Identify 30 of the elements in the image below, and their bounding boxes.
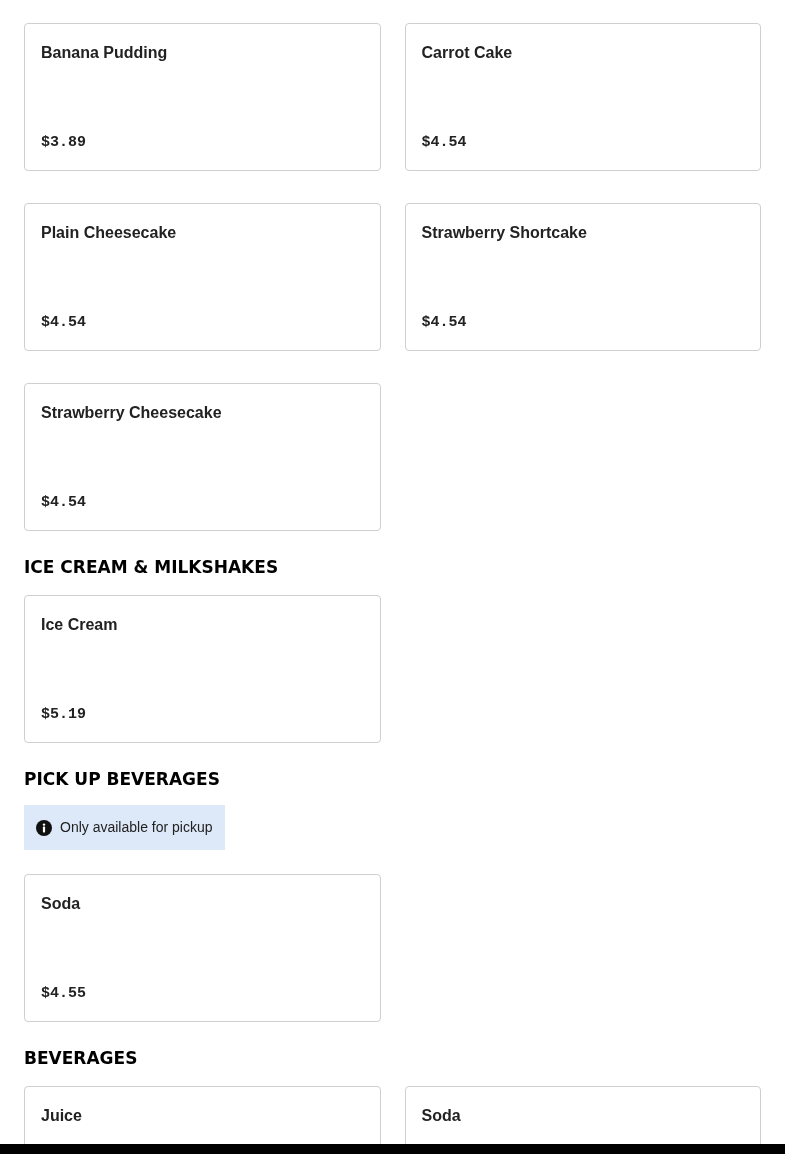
menu-item-card[interactable]: Plain Cheesecake $4.54 — [24, 203, 381, 351]
item-price: $4.55 — [41, 983, 87, 1004]
item-name: Carrot Cake — [421, 43, 514, 63]
item-name: Soda — [421, 1106, 462, 1126]
item-price: $4.54 — [41, 492, 87, 513]
menu-item-card[interactable]: Strawberry Cheesecake $4.54 — [24, 383, 381, 531]
info-icon — [36, 819, 52, 836]
item-price: $4.54 — [41, 312, 87, 333]
menu-item-card[interactable]: Carrot Cake $4.54 — [404, 23, 761, 171]
section-heading: PICK UP BEVERAGES — [24, 769, 221, 789]
menu-item-card[interactable]: Soda $4.55 — [24, 874, 381, 1022]
item-name: Ice Cream — [41, 615, 119, 635]
section-heading: BEVERAGES — [24, 1048, 139, 1068]
menu-item-card[interactable]: Soda — [404, 1086, 761, 1144]
item-price: $5.19 — [41, 704, 87, 725]
item-price: $4.54 — [421, 132, 468, 153]
menu-item-card[interactable]: Juice — [24, 1086, 381, 1144]
item-name: Plain Cheesecake — [41, 223, 178, 243]
item-name: Strawberry Cheesecake — [41, 403, 223, 423]
notice-text: Only available for pickup — [60, 818, 213, 837]
menu-item-card[interactable]: Strawberry Shortcake $4.54 — [404, 203, 761, 351]
section-heading: ICE CREAM & MILKSHAKES — [24, 557, 280, 577]
item-name: Soda — [41, 894, 82, 914]
item-price: $3.89 — [41, 132, 87, 153]
item-name: Juice — [41, 1106, 83, 1126]
item-name: Banana Pudding — [41, 43, 169, 63]
item-price: $4.54 — [421, 312, 468, 333]
item-name: Strawberry Shortcake — [421, 223, 588, 243]
menu-item-card[interactable]: Banana Pudding $3.89 — [24, 23, 381, 171]
menu-item-card[interactable]: Ice Cream $5.19 — [24, 595, 381, 743]
